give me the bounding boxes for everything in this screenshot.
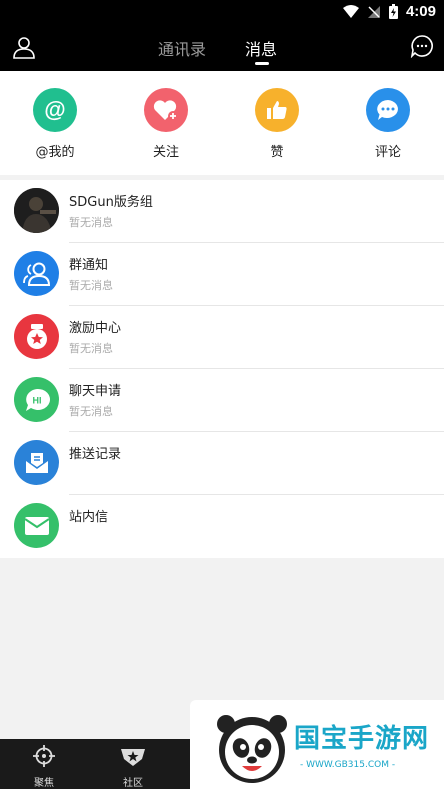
list-item-title: 聊天申请 bbox=[69, 384, 122, 399]
panda-logo bbox=[217, 715, 287, 783]
quick-action-label: @我的 bbox=[35, 145, 75, 160]
list-item-title: 推送记录 bbox=[69, 447, 122, 462]
status-bar: 4:09 bbox=[0, 0, 444, 25]
list-item-subtitle: 暂无消息 bbox=[69, 342, 113, 355]
comment-bubble-icon bbox=[366, 88, 410, 132]
chat-bubble-icon[interactable] bbox=[410, 34, 434, 58]
svg-text:@: @ bbox=[44, 97, 65, 122]
group-users-icon bbox=[14, 251, 59, 296]
nav-item-community[interactable]: 社区 bbox=[103, 745, 163, 789]
list-item-push-history[interactable]: 推送记录 bbox=[0, 432, 444, 495]
heart-plus-icon bbox=[144, 88, 188, 132]
app-header: 通讯录 消息 bbox=[0, 25, 444, 71]
list-item-sdgun-group[interactable]: SDGun版务组 暂无消息 bbox=[0, 180, 444, 243]
quick-action-at-me[interactable]: @ @我的 bbox=[15, 88, 95, 160]
list-item-group-notice[interactable]: 群通知 暂无消息 bbox=[0, 243, 444, 306]
star-badge-icon bbox=[121, 749, 145, 766]
list-item-title: 站内信 bbox=[69, 510, 109, 525]
medal-icon bbox=[14, 314, 59, 359]
watermark-overlay: 国宝手游网 - WWW.GB315.COM - bbox=[190, 700, 444, 789]
list-item-incentive-center[interactable]: 激励中心 暂无消息 bbox=[0, 306, 444, 369]
chat-hi-icon: HI bbox=[14, 377, 59, 422]
inbox-push-icon bbox=[14, 440, 59, 485]
tab-messages[interactable]: 消息 bbox=[245, 36, 277, 60]
profile-icon[interactable] bbox=[12, 35, 36, 59]
list-item-chat-request[interactable]: HI 聊天申请 暂无消息 bbox=[0, 369, 444, 432]
quick-actions: @ @我的 关注 赞 评论 bbox=[0, 71, 444, 175]
list-item-subtitle: 暂无消息 bbox=[69, 279, 113, 292]
svg-text:HI: HI bbox=[32, 395, 41, 405]
no-signal-icon bbox=[367, 5, 380, 18]
quick-action-label: 关注 bbox=[152, 145, 179, 160]
nav-label: 社区 bbox=[123, 778, 143, 789]
thumbs-up-icon bbox=[255, 88, 299, 132]
quick-action-like[interactable]: 赞 bbox=[237, 88, 317, 160]
nav-label: 聚焦 bbox=[34, 778, 54, 789]
watermark-url: - WWW.GB315.COM - bbox=[300, 760, 396, 770]
tab-contacts[interactable]: 通讯录 bbox=[158, 36, 206, 60]
watermark-text: 国宝手游网 bbox=[294, 724, 430, 754]
battery-charging-icon bbox=[388, 4, 398, 19]
crosshair-icon bbox=[33, 745, 55, 767]
group-photo-avatar bbox=[14, 188, 59, 233]
quick-action-label: 评论 bbox=[374, 145, 401, 160]
list-item-title: SDGun版务组 bbox=[69, 195, 153, 210]
list-item-title: 群通知 bbox=[69, 258, 109, 273]
quick-action-label: 赞 bbox=[270, 145, 284, 160]
list-item-subtitle: 暂无消息 bbox=[69, 405, 113, 418]
list-item-subtitle: 暂无消息 bbox=[69, 216, 113, 229]
wifi-icon bbox=[342, 4, 359, 18]
quick-action-follow[interactable]: 关注 bbox=[126, 88, 206, 160]
active-tab-indicator bbox=[255, 62, 269, 65]
list-item-title: 激励中心 bbox=[69, 321, 122, 336]
quick-action-comment[interactable]: 评论 bbox=[348, 88, 428, 160]
status-time: 4:09 bbox=[405, 3, 436, 20]
nav-item-focus[interactable]: 聚焦 bbox=[14, 745, 74, 789]
list-item-site-mail[interactable]: 站内信 bbox=[0, 495, 444, 558]
message-list: SDGun版务组 暂无消息 群通知 暂无消息 激励中心 暂无消息 HI 聊天申请… bbox=[0, 180, 444, 558]
envelope-icon bbox=[14, 503, 59, 548]
at-icon: @ bbox=[33, 88, 77, 132]
